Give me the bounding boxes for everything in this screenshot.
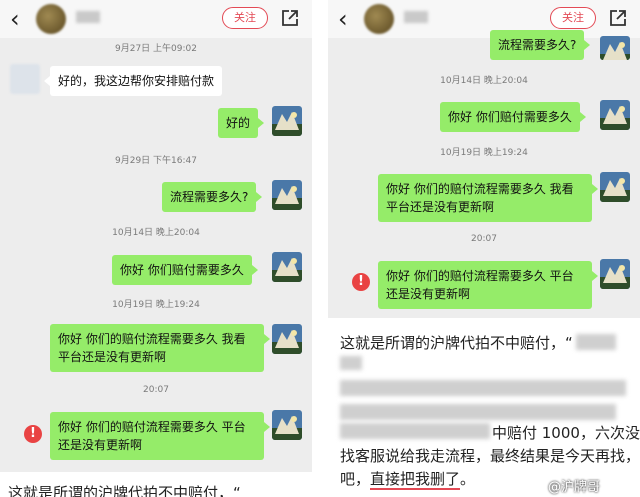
redacted-text bbox=[340, 356, 362, 370]
send-failed-icon[interactable]: ! bbox=[352, 273, 370, 291]
article-line: 找客服说给我走流程，最终结果是今天再找，好 bbox=[340, 447, 640, 465]
chat-panel-right: ‹ 关注 流程需要多久? 10月14日 晚上20:04 你好 你们赔付需要多久 … bbox=[328, 0, 640, 497]
article-line: 这就是所谓的沪牌代拍不中赔付，“ bbox=[340, 334, 573, 352]
contact-avatar-redacted bbox=[10, 64, 40, 94]
user-avatar[interactable] bbox=[600, 259, 630, 289]
message-line: 你好 你们的赔付流程需要多久 我看 bbox=[386, 182, 574, 196]
user-avatar[interactable] bbox=[272, 410, 302, 440]
message-line: 还是没有更新啊 bbox=[386, 287, 471, 301]
user-avatar[interactable] bbox=[272, 106, 302, 136]
outgoing-message: 你好 你们的赔付流程需要多久 我看 平台还是没有更新啊 bbox=[378, 174, 598, 222]
redacted-text bbox=[340, 380, 626, 396]
contact-avatar[interactable] bbox=[364, 4, 394, 34]
article-line: 吧，直接把我删了。 bbox=[340, 468, 476, 490]
highlighted-phrase: 直接把我删了 bbox=[370, 470, 461, 490]
message-line: 你好 你们的赔付流程需要多久 平台 bbox=[386, 269, 574, 283]
article-fragment: 吧， bbox=[340, 470, 371, 488]
chat-header: ‹ 关注 bbox=[328, 0, 640, 38]
message-line: 平台还是没有更新啊 bbox=[386, 200, 495, 214]
outgoing-message: 你好 你们赔付需要多久 bbox=[440, 102, 586, 132]
share-icon[interactable] bbox=[280, 8, 300, 28]
timestamp: 10月19日 晚上19:24 bbox=[440, 148, 528, 158]
outgoing-message: 好的 bbox=[218, 108, 265, 138]
article-fragment: 。 bbox=[460, 470, 476, 488]
article-text-cut: 这就是所谓的沪牌代拍不中赔付，“ bbox=[0, 472, 312, 497]
outgoing-message: 流程需要多久? bbox=[490, 30, 591, 60]
user-avatar[interactable] bbox=[600, 36, 630, 60]
chat-header: ‹ 关注 bbox=[0, 0, 312, 38]
timestamp: 20:07 bbox=[471, 234, 497, 244]
follow-button[interactable]: 关注 bbox=[222, 7, 268, 29]
timestamp: 9月29日 下午16:47 bbox=[115, 156, 197, 166]
message-line: 还是没有更新啊 bbox=[58, 438, 143, 452]
article-line: 这就是所谓的沪牌代拍不中赔付，“ bbox=[8, 484, 241, 497]
timestamp: 9月27日 上午09:02 bbox=[115, 44, 197, 54]
outgoing-message: 流程需要多久? bbox=[162, 182, 263, 212]
outgoing-message: 你好 你们赔付需要多久 bbox=[112, 255, 258, 285]
message-line: 你好 你们的赔付流程需要多久 平台 bbox=[58, 420, 246, 434]
chat-panel-left: ‹ 关注 9月27日 上午09:02 好的，我这边帮你安排赔付款 好的 9月29… bbox=[0, 0, 312, 497]
timestamp: 10月19日 晚上19:24 bbox=[112, 300, 200, 310]
user-avatar[interactable] bbox=[600, 100, 630, 130]
send-failed-icon[interactable]: ! bbox=[24, 425, 42, 443]
message-line: 你好 你们的赔付流程需要多久 我看 bbox=[58, 332, 246, 346]
contact-name-redacted bbox=[76, 11, 100, 23]
back-arrow-icon[interactable]: ‹ bbox=[338, 6, 348, 32]
user-avatar[interactable] bbox=[600, 172, 630, 202]
follow-button[interactable]: 关注 bbox=[550, 7, 596, 29]
timestamp: 10月14日 晚上20:04 bbox=[112, 228, 200, 238]
redacted-text bbox=[340, 423, 490, 439]
timestamp: 20:07 bbox=[143, 385, 169, 395]
page-indicator bbox=[328, 310, 640, 325]
user-avatar[interactable] bbox=[272, 180, 302, 210]
user-avatar[interactable] bbox=[272, 252, 302, 282]
redacted-text bbox=[340, 404, 616, 420]
watermark: @沪牌哥 bbox=[548, 480, 601, 495]
redacted-text bbox=[576, 334, 616, 350]
failed-message: 你好 你们的赔付流程需要多久 平台 还是没有更新啊 bbox=[378, 261, 598, 309]
message-line: 平台还是没有更新啊 bbox=[58, 350, 167, 364]
article-body: 这就是所谓的沪牌代拍不中赔付，“ 中赔付 1000，六次没中 找客服说给我走流程… bbox=[328, 318, 640, 497]
article-line: 中赔付 1000，六次没中 bbox=[492, 424, 640, 442]
page-indicator bbox=[0, 462, 312, 477]
share-icon[interactable] bbox=[608, 8, 628, 28]
user-avatar[interactable] bbox=[272, 324, 302, 354]
timestamp: 10月14日 晚上20:04 bbox=[440, 76, 528, 86]
back-arrow-icon[interactable]: ‹ bbox=[10, 6, 20, 32]
outgoing-message: 你好 你们的赔付流程需要多久 我看 平台还是没有更新啊 bbox=[50, 324, 270, 372]
incoming-message: 好的，我这边帮你安排赔付款 bbox=[43, 66, 223, 96]
contact-name-redacted bbox=[404, 11, 428, 23]
contact-avatar[interactable] bbox=[36, 4, 66, 34]
failed-message: 你好 你们的赔付流程需要多久 平台 还是没有更新啊 bbox=[50, 412, 270, 460]
